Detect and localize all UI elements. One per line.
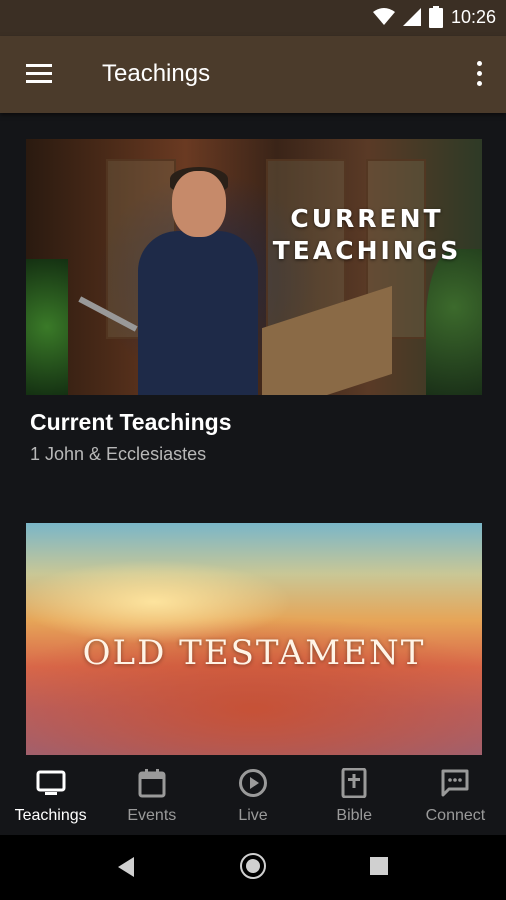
nav-item-teachings[interactable]: Teachings — [0, 755, 101, 835]
teaching-card-current[interactable]: CURRENT TEACHINGS Current Teachings 1 Jo… — [26, 139, 482, 465]
card-image-text: OLD TESTAMENT — [82, 633, 426, 673]
card-title: Current Teachings — [30, 409, 232, 435]
recents-icon[interactable] — [370, 857, 388, 875]
nav-label: Events — [127, 807, 177, 824]
status-time: 10:26 — [450, 6, 496, 27]
calendar-icon — [138, 769, 166, 798]
nav-label: Bible — [336, 807, 372, 824]
status-icons: 10:26 — [372, 6, 496, 28]
home-icon[interactable] — [240, 853, 266, 879]
nav-label: Live — [238, 807, 268, 824]
status-bar: 10:26 — [0, 0, 506, 36]
current-teachings-image: CURRENT TEACHINGS — [26, 139, 482, 395]
speaker-figure — [138, 231, 258, 395]
bottom-nav: Teachings Events Live Bible Connect — [0, 755, 506, 835]
chat-icon — [441, 769, 469, 797]
cell-signal-icon — [402, 8, 421, 26]
play-circle-icon — [239, 769, 267, 797]
back-icon[interactable] — [118, 857, 134, 877]
page-title: Teachings — [102, 60, 211, 87]
card-image-text: CURRENT TEACHINGS — [272, 204, 462, 265]
nav-item-bible[interactable]: Bible — [304, 755, 405, 835]
battery-icon — [428, 6, 443, 28]
card-subtitle: 1 John & Ecclesiastes — [30, 444, 207, 464]
teaching-card-old-testament[interactable]: OLD TESTAMENT — [26, 523, 482, 755]
tv-icon — [36, 770, 66, 795]
nav-label: Connect — [425, 807, 486, 824]
nav-item-events[interactable]: Events — [101, 755, 202, 835]
menu-icon[interactable] — [24, 62, 54, 86]
system-nav-bar — [0, 835, 506, 900]
overflow-menu-icon[interactable] — [474, 60, 484, 88]
nav-item-live[interactable]: Live — [202, 755, 303, 835]
nav-item-connect[interactable]: Connect — [405, 755, 506, 835]
wifi-icon — [372, 8, 395, 25]
app-bar: Teachings — [0, 36, 506, 113]
nav-label: Teachings — [14, 807, 87, 824]
old-testament-image: OLD TESTAMENT — [26, 523, 482, 755]
bible-icon — [341, 768, 367, 798]
